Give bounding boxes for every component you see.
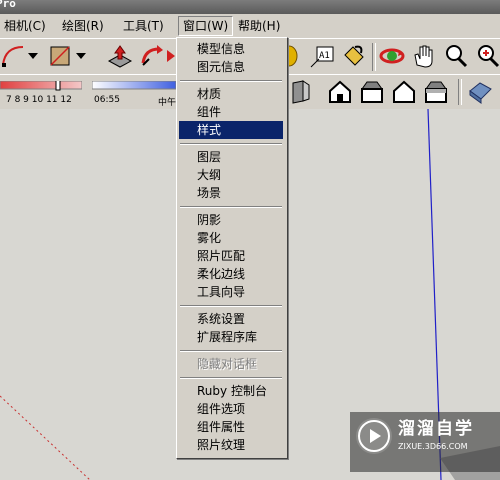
zoom-extents-icon[interactable] [474,42,500,70]
arc-icon[interactable] [0,42,28,70]
menu-item-preferences[interactable]: 系统设置 [179,310,283,328]
text-label-icon[interactable]: A1 [308,42,336,70]
menu-item-model-info[interactable]: 模型信息 [179,40,283,58]
xray-icon[interactable] [466,78,494,106]
menu-item-shadows[interactable]: 阴影 [179,211,283,229]
shadow-month-gradient [0,81,82,91]
title-bar: Pro [0,0,500,14]
zoom-icon[interactable] [442,42,470,70]
shadow-noon-label: 中午 [158,98,177,108]
menu-item-soften-edges[interactable]: 柔化边线 [179,265,283,283]
menu-separator [180,377,282,379]
menu-item-styles[interactable]: 样式 [179,121,283,139]
svg-text:A1: A1 [319,51,330,61]
watermark-name: 溜溜自学 [398,419,474,439]
menu-item-ruby-console[interactable]: Ruby 控制台 [179,382,283,400]
front-view-icon[interactable] [358,78,386,106]
menu-separator [180,143,282,145]
menu-separator [180,305,282,307]
watermark-url: ZIXUE.3D66.COM [398,442,468,451]
menu-item-fog[interactable]: 雾化 [179,229,283,247]
menu-draw[interactable]: 绘图(R) [58,17,108,35]
menu-window[interactable]: 窗口(W) [178,16,234,36]
menu-separator [180,206,282,208]
menu-item-instructor[interactable]: 工具向导 [179,283,283,301]
rectangle-icon[interactable] [46,42,74,70]
menu-camera[interactable]: 相机(C) [0,17,50,35]
menu-item-extensions[interactable]: 扩展程序库 [179,328,283,346]
menu-bar: 相机(C) 绘图(R) 工具(T) 窗口(W) 帮助(H) [0,14,500,39]
window-menu-dropdown: 模型信息 图元信息 材质 组件 样式 图层 大纲 场景 阴影 雾化 照片匹配 柔… [176,37,288,459]
back-view-icon[interactable] [422,78,450,106]
red-axis-line [0,395,91,480]
menu-item-match-photo[interactable]: 照片匹配 [179,247,283,265]
menu-item-scenes[interactable]: 场景 [179,184,283,202]
menu-item-entity-info[interactable]: 图元信息 [179,58,283,76]
menu-item-component-attributes[interactable]: 组件属性 [179,418,283,436]
menu-item-components[interactable]: 组件 [179,103,283,121]
right-view-icon[interactable] [390,78,418,106]
menu-separator [180,80,282,82]
arc-dropdown-chevron-icon[interactable] [26,42,40,70]
top-view-icon[interactable] [326,78,354,106]
menu-help[interactable]: 帮助(H) [234,17,284,35]
menu-tools[interactable]: 工具(T) [119,17,168,35]
paint-bucket-icon[interactable] [340,42,368,70]
watermark: 溜溜自学 ZIXUE.3D66.COM [350,412,500,472]
menu-item-outliner[interactable]: 大纲 [179,166,283,184]
toolbar-separator [372,43,376,71]
toolbar-separator [458,79,462,105]
menu-item-layers[interactable]: 图层 [179,148,283,166]
iso-view-icon[interactable] [290,78,312,106]
menu-item-photo-textures[interactable]: 照片纹理 [179,436,283,454]
push-pull-icon[interactable] [106,42,134,70]
window-title: Pro [0,0,16,10]
shadow-time-gradient[interactable] [92,81,176,91]
rectangle-dropdown-chevron-icon[interactable] [74,42,88,70]
orbit-icon[interactable] [378,42,406,70]
menu-item-component-options[interactable]: 组件选项 [179,400,283,418]
menu-separator [180,350,282,352]
shadow-time-value: 06:55 [94,95,120,105]
menu-item-materials[interactable]: 材质 [179,85,283,103]
shadow-month-labels: 7 8 9 10 11 12 [6,95,72,105]
pan-icon[interactable] [410,42,438,70]
menu-item-hide-dialogs: 隐藏对话框 [197,357,258,371]
follow-me-icon[interactable] [138,42,166,70]
watermark-logo-icon [356,418,392,454]
